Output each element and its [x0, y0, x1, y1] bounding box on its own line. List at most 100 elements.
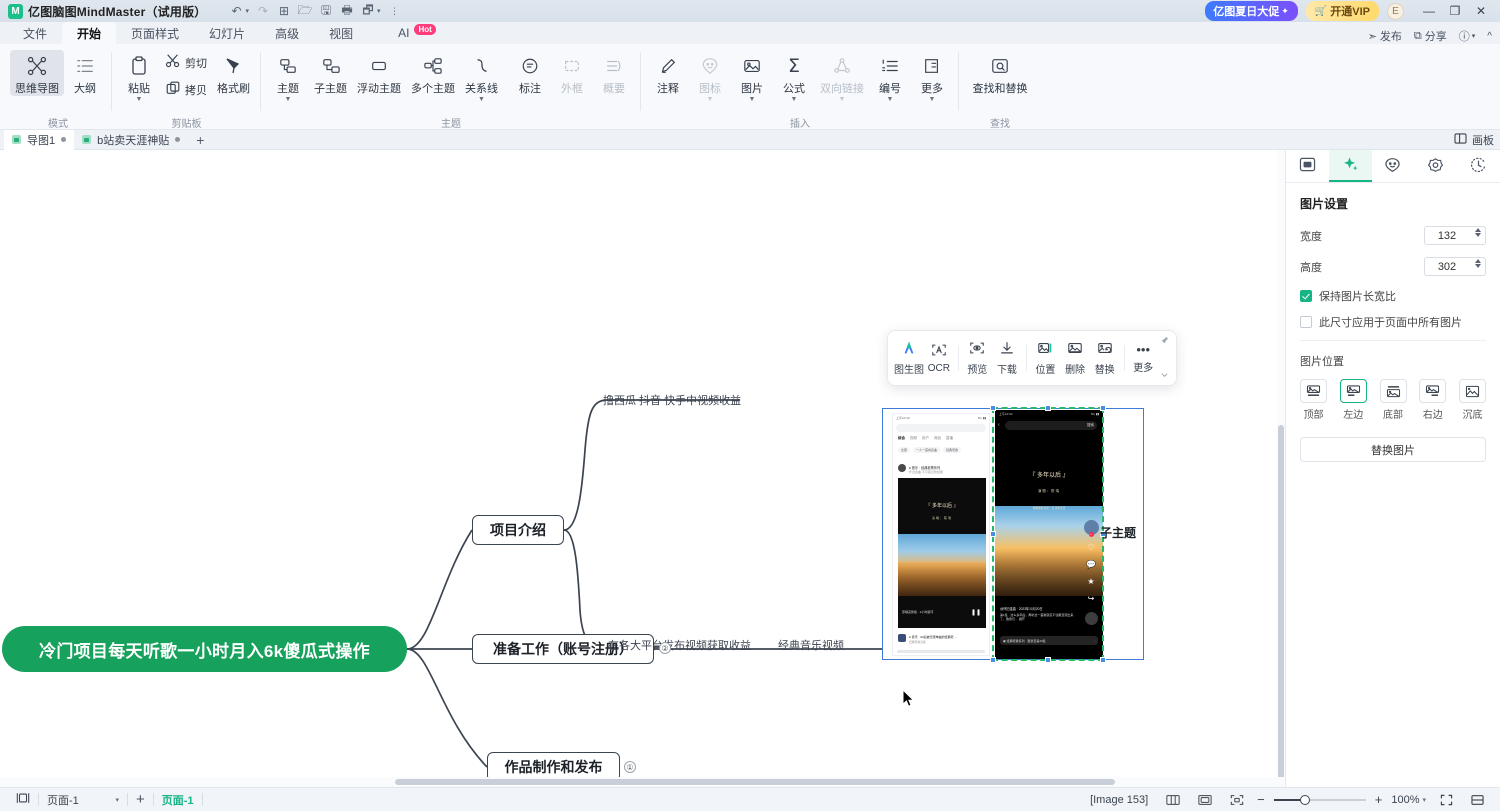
- position-fill-box[interactable]: [1459, 379, 1486, 403]
- replace-image-button[interactable]: 替换图片: [1300, 437, 1486, 462]
- open-icon[interactable]: 🗁: [295, 2, 315, 20]
- canvas-toggle[interactable]: 画板: [1454, 132, 1500, 148]
- resize-handle-ml[interactable]: [990, 531, 996, 537]
- minimize-button[interactable]: —: [1416, 0, 1442, 22]
- vertical-scroll-thumb[interactable]: [1278, 425, 1284, 787]
- canvas-horizontal-scrollbar[interactable]: [0, 777, 1285, 787]
- icon-dropdown-caret-icon[interactable]: ▼: [707, 97, 714, 103]
- position-fill-option[interactable]: 沉底: [1459, 379, 1486, 421]
- resize-handle-bl[interactable]: [990, 657, 996, 663]
- phone-screenshot-left[interactable]: 上午10:305G ▮▮ 综合视频 用户商品直播 全部 一人一首成名曲 经典老歌…: [892, 413, 990, 656]
- ribbon-summary-button[interactable]: 概要: [593, 50, 635, 96]
- relation-dropdown-caret-icon[interactable]: ▼: [478, 97, 485, 103]
- vip-button[interactable]: 🛒 开通VIP: [1306, 1, 1379, 21]
- width-input[interactable]: [1425, 227, 1469, 244]
- close-button[interactable]: ✕: [1468, 0, 1494, 22]
- qat-more-icon[interactable]: ⋮: [385, 2, 405, 20]
- float-text-publish-income[interactable]: 在各大平台发布视频获取收益: [608, 637, 751, 653]
- zoom-caret-icon[interactable]: ▾: [1422, 796, 1426, 804]
- apply-all-checkbox[interactable]: [1300, 316, 1312, 328]
- height-arrows[interactable]: [1475, 259, 1481, 268]
- resize-handle-tm[interactable]: [1045, 405, 1051, 411]
- node-project-intro[interactable]: 项目介绍: [472, 515, 564, 545]
- float-text-platforms[interactable]: 撸西瓜 抖音 快手中视频收益: [603, 392, 741, 408]
- split-view-button[interactable]: [1463, 788, 1492, 811]
- position-left-box[interactable]: [1340, 379, 1367, 403]
- ribbon-mindmap-button[interactable]: 思维导图: [10, 50, 64, 96]
- position-right-box[interactable]: [1419, 379, 1446, 403]
- position-button[interactable]: 位置: [1031, 337, 1061, 379]
- height-down-icon[interactable]: [1475, 264, 1481, 268]
- height-stepper[interactable]: [1424, 257, 1486, 276]
- panel-tab-theme[interactable]: [1414, 150, 1457, 182]
- topic-dropdown-caret-icon[interactable]: ▼: [285, 97, 292, 103]
- promo-badge[interactable]: 亿图夏日大促 ✦: [1205, 1, 1298, 21]
- width-stepper[interactable]: [1424, 226, 1486, 245]
- paste-dropdown-caret-icon[interactable]: ▼: [136, 97, 143, 103]
- bidirectional-link-dropdown-caret-icon[interactable]: ▼: [839, 97, 846, 103]
- ribbon-format-painter-button[interactable]: 格式刷: [212, 50, 255, 96]
- tab-file[interactable]: 文件: [8, 22, 62, 44]
- ribbon-paste-button[interactable]: 粘贴 ▼: [118, 50, 160, 103]
- ribbon-outline-button[interactable]: 大纲: [64, 50, 106, 96]
- ribbon-comment-button[interactable]: 注释: [647, 50, 689, 96]
- keep-ratio-row[interactable]: 保持图片长宽比: [1300, 288, 1486, 304]
- new-icon[interactable]: ⊞: [274, 2, 294, 20]
- doc-tab-bzhan[interactable]: b站卖天涯神贴: [74, 130, 188, 150]
- formula-dropdown-caret-icon[interactable]: ▼: [791, 97, 798, 103]
- maximize-button[interactable]: ❐: [1442, 0, 1468, 22]
- numbering-dropdown-caret-icon[interactable]: ▼: [887, 97, 894, 103]
- ocr-button[interactable]: OCR: [924, 339, 954, 377]
- fullscreen-button[interactable]: [1432, 788, 1461, 811]
- new-doc-tab-button[interactable]: +: [188, 132, 212, 148]
- zoom-knob[interactable]: [1300, 795, 1310, 805]
- save-icon[interactable]: 🖫: [316, 2, 336, 20]
- ribbon-more-button[interactable]: 更多 ▼: [911, 50, 953, 103]
- tab-ai[interactable]: AI Hot: [396, 22, 436, 44]
- ribbon-cut-button[interactable]: 剪切: [160, 50, 212, 75]
- export-caret-icon[interactable]: ▾: [377, 7, 381, 15]
- apply-all-row[interactable]: 此尺寸应用于页面中所有图片: [1300, 314, 1486, 330]
- position-right-option[interactable]: 右边: [1419, 379, 1446, 421]
- position-bottom-option[interactable]: 底部: [1380, 379, 1407, 421]
- position-bottom-box[interactable]: [1380, 379, 1407, 403]
- ribbon-callout-button[interactable]: 标注: [509, 50, 551, 96]
- resize-handle-tr[interactable]: [1100, 405, 1106, 411]
- ribbon-multi-topic-button[interactable]: 多个主题: [406, 50, 460, 96]
- position-top-box[interactable]: [1300, 379, 1327, 403]
- export-icon[interactable]: 🗗: [358, 2, 378, 20]
- resize-handle-br[interactable]: [1100, 657, 1106, 663]
- delete-button[interactable]: 删除: [1060, 337, 1090, 379]
- position-left-option[interactable]: 左边: [1340, 379, 1367, 421]
- panel-tab-history[interactable]: [1457, 150, 1500, 182]
- width-arrows[interactable]: [1475, 228, 1481, 237]
- mindmap-canvas[interactable]: 冷门项目每天听歌一小时月入6k傻瓜式操作 项目介绍 准备工作（账号注册） 作品制…: [0, 150, 1285, 787]
- tab-page-style[interactable]: 页面样式: [116, 22, 194, 44]
- width-down-icon[interactable]: [1475, 233, 1481, 237]
- zoom-out-button[interactable]: −: [1254, 792, 1268, 807]
- horizontal-scroll-thumb[interactable]: [395, 779, 1115, 785]
- float-text-subtopic[interactable]: 子主题: [1100, 524, 1136, 541]
- width-up-icon[interactable]: [1475, 228, 1481, 232]
- position-top-option[interactable]: 顶部: [1300, 379, 1327, 421]
- add-page-button[interactable]: +: [128, 788, 153, 811]
- panel-tab-ai[interactable]: [1329, 150, 1372, 182]
- page-selector-caret-icon[interactable]: ▾: [115, 796, 119, 804]
- undo-caret-icon[interactable]: ▾: [245, 7, 249, 15]
- print-icon[interactable]: 🖶: [337, 2, 357, 20]
- ribbon-boundary-button[interactable]: 外框: [551, 50, 593, 96]
- ribbon-find-replace-button[interactable]: 查找和替换: [965, 50, 1035, 96]
- resize-handle-bm[interactable]: [1045, 657, 1051, 663]
- ribbon-numbering-button[interactable]: 编号 ▼: [869, 50, 911, 103]
- ribbon-bidirectional-link-button[interactable]: 双向链接 ▼: [815, 50, 869, 103]
- avatar[interactable]: E: [1387, 3, 1404, 20]
- more-dropdown-caret-icon[interactable]: ▼: [929, 97, 936, 103]
- ribbon-copy-button[interactable]: 拷贝: [160, 77, 212, 102]
- float-text-classic-music[interactable]: 经典音乐视频: [778, 637, 844, 653]
- zoom-level[interactable]: 100% ▾: [1387, 788, 1430, 811]
- help-button[interactable]: ⓘ ▾: [1459, 28, 1476, 44]
- mindmap-root-node[interactable]: 冷门项目每天听歌一小时月入6k傻瓜式操作: [2, 626, 407, 672]
- zoom-slider[interactable]: − +: [1254, 792, 1385, 807]
- tab-home[interactable]: 开始: [62, 22, 116, 44]
- page-selector[interactable]: 页面-1 ▾: [39, 788, 127, 811]
